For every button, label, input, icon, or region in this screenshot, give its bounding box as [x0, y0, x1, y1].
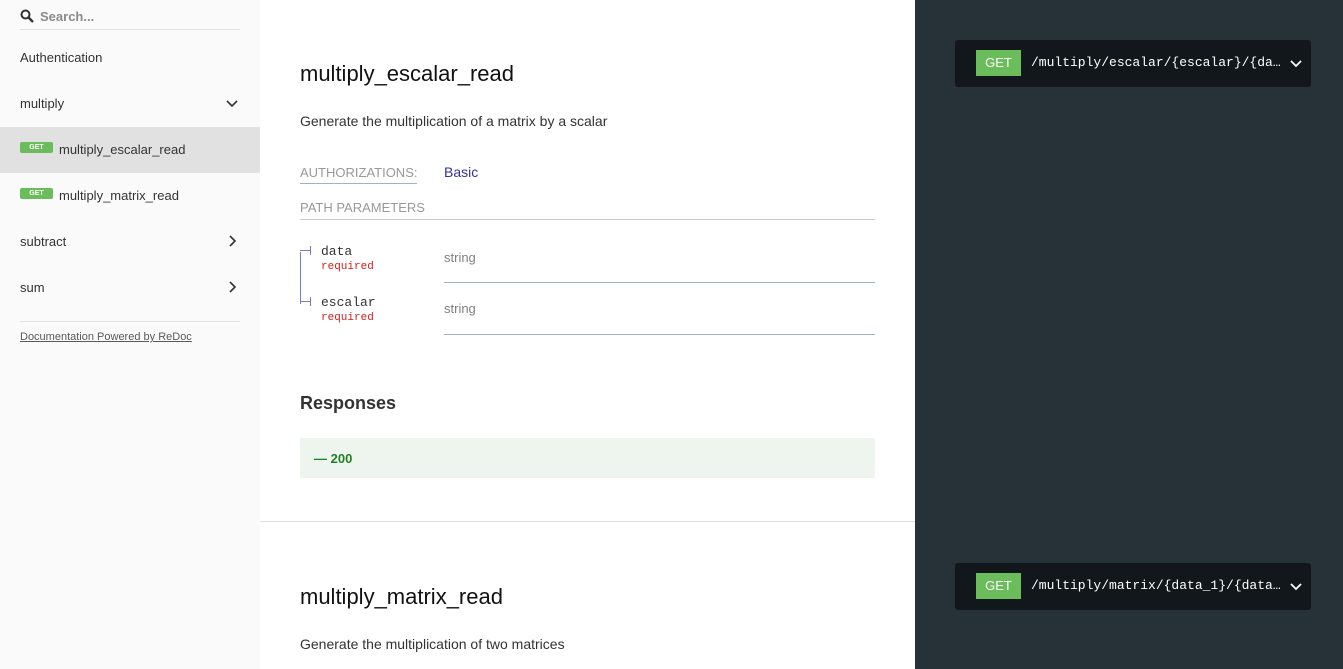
param-divider — [444, 282, 875, 283]
path-parameters-header: PATH PARAMETERS — [300, 200, 875, 220]
chevron-down-icon — [1290, 60, 1302, 68]
operation-title: multiply_matrix_read — [300, 584, 503, 609]
get-badge: GET — [20, 188, 53, 199]
authorizations-link[interactable]: Basic — [444, 164, 478, 180]
param-row: data required string — [300, 240, 875, 291]
param-row: escalar required string — [300, 291, 875, 342]
operation-title: multiply_escalar_read — [300, 61, 514, 86]
search-icon — [20, 9, 34, 23]
response-code: — 200 — [314, 451, 353, 466]
sidebar-item-label: subtract — [20, 234, 67, 249]
sidebar-item-multiply[interactable]: multiply — [0, 81, 260, 127]
sidebar-item-label: Authentication — [20, 50, 103, 65]
endpoint-toggle[interactable]: GET /multiply/escalar/{escalar}/{data}/ — [955, 40, 1311, 87]
endpoint-toggle[interactable]: GET /multiply/matrix/{data_1}/{data_2}/ — [955, 563, 1311, 610]
sidebar-item-authentication[interactable]: Authentication — [0, 35, 260, 81]
param-name: data — [321, 244, 353, 259]
endpoint-path: /multiply/escalar/{escalar}/{data}/ — [1031, 55, 1283, 70]
param-tree-tick — [310, 246, 311, 255]
get-badge: GET — [20, 142, 53, 153]
param-required: required — [321, 261, 374, 273]
chevron-down-icon — [1290, 583, 1302, 591]
param-tree-tick — [310, 297, 311, 306]
section-divider — [260, 521, 915, 522]
param-tree-branch — [300, 250, 310, 251]
response-200-toggle[interactable]: — 200 — [300, 438, 875, 478]
operation-description: Generate the multiplication of two matri… — [300, 636, 565, 652]
param-divider — [444, 334, 875, 335]
param-tree-branch — [300, 301, 310, 302]
search-box — [20, 0, 240, 30]
sidebar-item-sum[interactable]: sum — [0, 265, 260, 311]
chevron-down-icon — [226, 100, 238, 108]
param-name: escalar — [321, 295, 376, 310]
powered-by-link[interactable]: Documentation Powered by ReDoc — [20, 331, 192, 343]
sidebar-item-subtract[interactable]: subtract — [0, 219, 260, 265]
operation-description: Generate the multiplication of a matrix … — [300, 113, 608, 129]
sidebar-item-label: multiply_escalar_read — [59, 142, 186, 157]
sidebar: Authentication multiply GET multiply_esc… — [0, 0, 260, 669]
sidebar-item-label: sum — [20, 280, 45, 295]
sidebar-divider — [20, 321, 240, 322]
http-method-badge: GET — [976, 50, 1021, 76]
param-required: required — [321, 312, 374, 324]
sidebar-item-multiply-escalar-read[interactable]: GET multiply_escalar_read — [0, 127, 260, 173]
param-type: string — [444, 250, 476, 265]
chevron-right-icon — [229, 281, 237, 293]
right-panel: GET /multiply/escalar/{escalar}/{data}/ … — [915, 0, 1343, 669]
search-input[interactable] — [40, 5, 235, 27]
responses-title: Responses — [300, 393, 397, 413]
endpoint-path: /multiply/matrix/{data_1}/{data_2}/ — [1031, 578, 1283, 593]
http-method-badge: GET — [976, 573, 1021, 599]
sidebar-item-multiply-matrix-read[interactable]: GET multiply_matrix_read — [0, 173, 260, 219]
param-type: string — [444, 301, 476, 316]
sidebar-item-label: multiply_matrix_read — [59, 188, 179, 203]
sidebar-item-label: multiply — [20, 96, 65, 111]
operation-content: multiply_escalar_read Generate the multi… — [260, 0, 915, 669]
authorizations-label: AUTHORIZATIONS: — [300, 165, 418, 184]
chevron-right-icon — [229, 235, 237, 247]
